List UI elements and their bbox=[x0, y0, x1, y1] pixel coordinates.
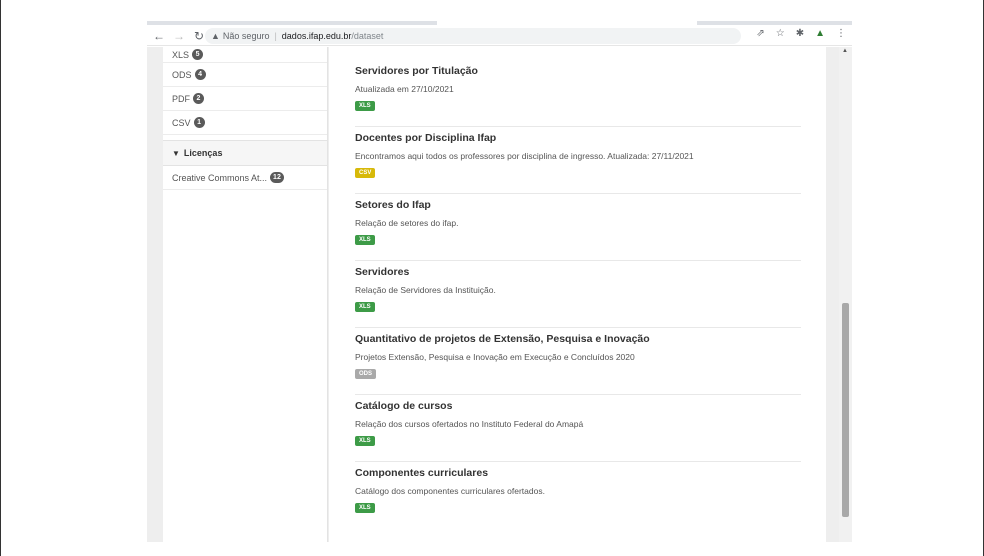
browser-tab[interactable] bbox=[697, 21, 852, 25]
facet-count-badge: 2 bbox=[193, 93, 204, 104]
facet-count-badge: 5 bbox=[192, 49, 204, 60]
format-badge[interactable]: XLS bbox=[355, 302, 375, 312]
facet-sidebar: XLS 5 ODS 4 PDF 2 CSV 1 ▼ Licenças Creative Com… bbox=[163, 47, 328, 542]
address-separator: | bbox=[274, 31, 277, 41]
dataset-list: Servidores por Titulação Atualizada em 27… bbox=[329, 47, 826, 542]
licenses-heading-label: Licenças bbox=[183, 148, 223, 158]
format-badge[interactable]: ODS bbox=[355, 369, 377, 379]
dataset-item: Docentes por Disciplina Ifap Encontramos … bbox=[355, 132, 801, 194]
facet-item-xls[interactable]: XLS 5 bbox=[163, 47, 327, 63]
dataset-description: Relação dos cursos ofertados no Institut… bbox=[355, 419, 584, 429]
dataset-item: Servidores por Titulação Atualizada em 27… bbox=[355, 65, 801, 127]
format-badge[interactable]: XLS bbox=[355, 436, 375, 446]
facet-item-license[interactable]: Creative Commons At... 12 bbox=[163, 166, 327, 190]
dataset-description: Atualizada em 27/10/2021 bbox=[355, 84, 454, 94]
back-arrow-icon[interactable]: ← bbox=[151, 28, 167, 44]
forward-arrow-icon[interactable]: → bbox=[171, 28, 187, 44]
extension-icon[interactable]: ▲ bbox=[815, 28, 825, 39]
dataset-title-link[interactable]: Servidores bbox=[355, 266, 801, 278]
format-badge[interactable]: XLS bbox=[355, 503, 375, 513]
facet-item-label: ODS bbox=[172, 69, 192, 80]
dataset-item: Componentes curriculares Catálogo dos com… bbox=[355, 467, 801, 529]
dataset-title-link[interactable]: Docentes por Disciplina Ifap bbox=[355, 132, 801, 144]
filter-icon: ▼ bbox=[172, 148, 180, 158]
dataset-description: Catálogo dos componentes curriculares of… bbox=[355, 486, 545, 496]
toolbar-actions: ⇗ ☆ ✱ ▲ ⋮ bbox=[756, 28, 846, 39]
format-badge[interactable]: XLS bbox=[355, 235, 375, 245]
browser-window: ← → ↻ ▲ Não seguro | dados.ifap.edu.br/d… bbox=[147, 18, 852, 542]
formats-facet-list: XLS 5 ODS 4 PDF 2 CSV 1 bbox=[163, 47, 327, 135]
share-icon[interactable]: ⇗ bbox=[756, 28, 764, 39]
extensions-puzzle-icon[interactable]: ✱ bbox=[796, 28, 804, 39]
dataset-title-link[interactable]: Componentes curriculares bbox=[355, 467, 801, 479]
dataset-item: Servidores Relação de Servidores da Insti… bbox=[355, 266, 801, 328]
dataset-description: Relação de Servidores da Instituição. bbox=[355, 285, 496, 295]
dataset-title-link[interactable]: Setores do Ifap bbox=[355, 199, 801, 211]
facet-count-badge: 4 bbox=[194, 69, 206, 80]
page-viewport: XLS 5 ODS 4 PDF 2 CSV 1 ▼ Licenças Creative Com… bbox=[147, 47, 852, 542]
dataset-description: Projetos Extensão, Pesquisa e Inovação e… bbox=[355, 352, 635, 362]
licenses-facet-list: Creative Commons At... 12 bbox=[163, 166, 327, 190]
security-label: Não seguro bbox=[222, 31, 270, 41]
browser-tab[interactable] bbox=[147, 21, 437, 25]
facet-item-label: PDF bbox=[172, 93, 190, 104]
address-bar[interactable]: ▲ Não seguro | dados.ifap.edu.br/dataset bbox=[205, 28, 741, 44]
facet-item-label: XLS bbox=[172, 49, 190, 60]
dataset-item: Setores do Ifap Relação de setores do ifa… bbox=[355, 199, 801, 261]
dataset-item: Quantitativo de projetos de Extensão, Pe… bbox=[355, 333, 801, 395]
dataset-title-link[interactable]: Servidores por Titulação bbox=[355, 65, 801, 77]
more-menu-icon[interactable]: ⋮ bbox=[836, 28, 846, 39]
facet-item-label: CSV bbox=[172, 117, 191, 128]
format-badge[interactable]: CSV bbox=[355, 168, 376, 178]
warning-icon: ▲ bbox=[211, 31, 220, 41]
facet-item-pdf[interactable]: PDF 2 bbox=[163, 87, 327, 111]
licenses-facet-heading: ▼ Licenças bbox=[163, 140, 327, 166]
dataset-item: Catálogo de cursos Relação dos cursos ofe… bbox=[355, 400, 801, 462]
url-host: dados.ifap.edu.br bbox=[281, 31, 352, 41]
bookmark-star-icon[interactable]: ☆ bbox=[776, 28, 785, 39]
screen-edge-left bbox=[0, 0, 1, 556]
page-margin bbox=[826, 47, 839, 542]
facet-count-badge: 1 bbox=[193, 117, 205, 128]
facet-item-ods[interactable]: ODS 4 bbox=[163, 63, 327, 87]
dataset-description: Relação de setores do ifap. bbox=[355, 218, 459, 228]
format-badge[interactable]: XLS bbox=[355, 101, 375, 111]
facet-count-badge: 12 bbox=[270, 172, 284, 183]
dataset-description: Encontramos aqui todos os professores po… bbox=[355, 151, 694, 161]
browser-toolbar: ← → ↻ ▲ Não seguro | dados.ifap.edu.br/d… bbox=[147, 26, 852, 46]
page-scrollbar[interactable]: ▲ bbox=[839, 47, 852, 542]
dataset-title-link[interactable]: Quantitativo de projetos de Extensão, Pe… bbox=[355, 333, 801, 345]
scrollbar-thumb[interactable] bbox=[842, 303, 849, 517]
scroll-up-arrow-icon[interactable]: ▲ bbox=[842, 48, 848, 54]
tab-strip bbox=[147, 18, 852, 26]
url-path: /dataset bbox=[351, 31, 384, 41]
facet-item-csv[interactable]: CSV 1 bbox=[163, 111, 327, 135]
facet-item-label: Creative Commons At... bbox=[172, 172, 268, 183]
dataset-title-link[interactable]: Catálogo de cursos bbox=[355, 400, 801, 412]
